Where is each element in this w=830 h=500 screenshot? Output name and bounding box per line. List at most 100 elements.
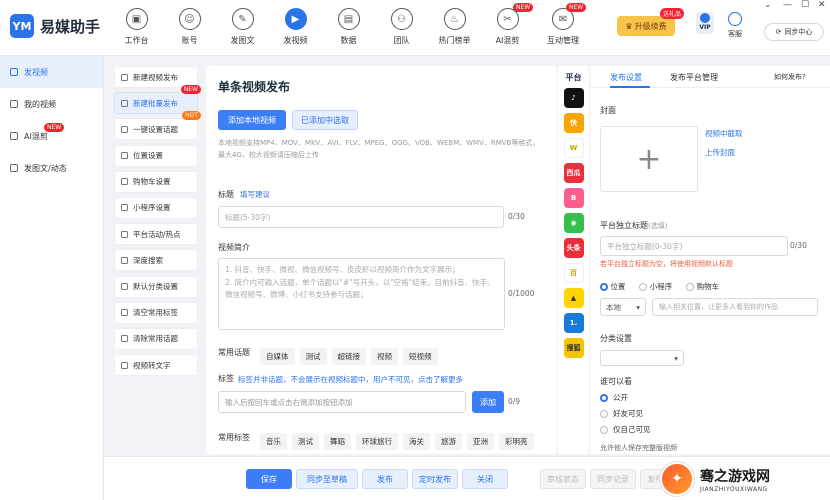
- format-hint: 本地视频支持MP4、MOV、MKV、AVI、FLV、MPEG、OGG、VOB、W…: [218, 139, 540, 159]
- close-window-button[interactable]: ✕: [818, 0, 826, 10]
- submenu-item-7[interactable]: 深度搜索: [114, 249, 198, 272]
- submenu-item-5[interactable]: 小程序设置: [114, 196, 198, 219]
- new-video-icon: [121, 73, 128, 81]
- review-status-button[interactable]: 审核状态: [540, 469, 586, 489]
- sync-records-button[interactable]: 同步记录: [590, 469, 636, 489]
- tags-note-link[interactable]: 标签并非话题，不会展示在视频标题中，用户不可见，点击了解更多: [238, 374, 463, 385]
- platform-bar: 平台 ♪ 快 W 西瓜 B ◉ 头条百 ▲ 1. 搜狐: [558, 66, 590, 454]
- submenu-item-3[interactable]: 位置设置: [114, 144, 198, 167]
- title-input[interactable]: 标题(5-30字): [218, 206, 504, 228]
- radio-cart[interactable]: 购物车: [686, 281, 719, 292]
- tag-chip[interactable]: 亚洲: [467, 433, 494, 450]
- select-added-video-button[interactable]: 已添加中选取: [292, 110, 358, 130]
- title-tips-link[interactable]: 填写建议: [240, 189, 270, 200]
- visibility-option-label: 公开: [613, 393, 628, 402]
- douyin-icon[interactable]: ♪: [563, 88, 584, 108]
- location-input[interactable]: 输入相关位置，让更多人看到你的作品: [652, 298, 818, 316]
- add-tag-button[interactable]: 添加: [472, 391, 504, 413]
- sidebar-item-3[interactable]: 发图文/动态: [0, 152, 103, 184]
- radio-mini-program[interactable]: 小程序: [639, 281, 672, 292]
- close-button[interactable]: 关闭: [462, 469, 508, 489]
- scheduled-publish-button[interactable]: 定时发布: [412, 469, 458, 489]
- post-video-icon: ▶: [284, 8, 307, 30]
- topic-chip[interactable]: 短视频: [403, 348, 438, 365]
- kuaishou-icon[interactable]: 快: [563, 113, 584, 133]
- minimize-button[interactable]: —: [783, 0, 792, 10]
- sync-center-button[interactable]: ⟳ 同步中心: [764, 23, 824, 41]
- avatar[interactable]: VIP: [696, 12, 714, 34]
- visibility-option-2[interactable]: 仅自己可见: [600, 424, 651, 435]
- data-icon: ▤: [337, 8, 360, 30]
- hashtag-icon: [121, 125, 128, 133]
- yidian-icon[interactable]: 1.: [563, 313, 584, 333]
- radio-selected-icon: [600, 394, 608, 402]
- submenu-item-10[interactable]: 清除常用话题: [114, 327, 198, 350]
- customer-service-button[interactable]: 客服: [728, 12, 742, 39]
- submenu-item-label: 新建批量发布: [133, 98, 178, 108]
- add-local-video-button[interactable]: 添加本地视频: [218, 110, 286, 130]
- tag-chip[interactable]: 海关: [403, 433, 430, 450]
- nav-item-4[interactable]: ▤ 数据: [322, 6, 375, 52]
- topic-chip[interactable]: 视频: [371, 348, 398, 365]
- tab-platform-manage[interactable]: 发布平台管理: [670, 72, 718, 83]
- upgrade-button[interactable]: ♛ 升级续费: [617, 16, 675, 36]
- tag-chip[interactable]: 舞蹈: [324, 433, 351, 450]
- radio-empty-icon: [639, 283, 648, 291]
- xigua-icon[interactable]: 西瓜: [563, 163, 584, 183]
- weishi-icon[interactable]: W: [563, 138, 584, 158]
- category-select[interactable]: ▾: [600, 350, 684, 366]
- cover-from-video-link[interactable]: 视频中截取: [705, 128, 743, 139]
- radio-location[interactable]: 位置: [600, 281, 625, 292]
- bilibili-icon[interactable]: B: [563, 188, 584, 208]
- how-to-publish-link[interactable]: 如何发布?: [774, 72, 806, 82]
- platform-title-warning: 若平台独立标题为空，将使用视频默认标题: [600, 260, 733, 268]
- kuaikan-icon[interactable]: ▲: [563, 288, 584, 308]
- wechat-channels-icon[interactable]: ◉: [563, 213, 584, 233]
- submenu-item-9[interactable]: 清空常用标签: [114, 301, 198, 324]
- window-menu-button[interactable]: ⌄: [764, 0, 772, 10]
- tag-chip[interactable]: 旅游: [435, 433, 462, 450]
- nav-item-0[interactable]: ▣ 工作台: [110, 6, 163, 52]
- nav-label: 账号: [181, 36, 198, 45]
- nav-item-5[interactable]: ⚇ 团队: [375, 6, 428, 52]
- maximize-button[interactable]: ☐: [801, 0, 809, 10]
- tags-input[interactable]: 输入后按回车或点击右侧添加按钮添加: [218, 391, 466, 413]
- sync-draft-button[interactable]: 同步至草稿: [296, 469, 358, 489]
- nav-item-2[interactable]: ✎ 发图文: [216, 6, 269, 52]
- tag-chip[interactable]: 彩明亮: [499, 433, 534, 450]
- topic-chip[interactable]: 自媒体: [260, 348, 295, 365]
- submenu-item-11[interactable]: 视频转文字: [114, 354, 198, 377]
- submenu-item-4[interactable]: 购物车设置: [114, 170, 198, 193]
- cover-upload-box[interactable]: +: [600, 126, 698, 192]
- nav-item-3[interactable]: ▶ 发视频: [269, 6, 322, 52]
- tab-publish-settings[interactable]: 发布设置: [610, 72, 642, 83]
- sohu-icon[interactable]: 搜狐: [563, 338, 584, 358]
- save-button[interactable]: 保存: [246, 469, 292, 489]
- visibility-option-1[interactable]: 好友可见: [600, 408, 651, 419]
- platform-title-counter: 0/30: [790, 241, 807, 250]
- nav-item-7[interactable]: ✂ AI混剪 NEW: [481, 3, 534, 52]
- baijiahao-icon[interactable]: 百: [563, 263, 584, 283]
- nav-item-6[interactable]: ♨ 热门榜单: [428, 6, 481, 52]
- sidebar-item-1[interactable]: 我的视频: [0, 88, 103, 120]
- tag-chip[interactable]: 环球旅行: [356, 433, 398, 450]
- publish-button[interactable]: 发布: [362, 469, 408, 489]
- tag-chip[interactable]: 测试: [292, 433, 319, 450]
- nav-item-1[interactable]: ☺ 账号: [163, 6, 216, 52]
- tag-chip[interactable]: 音乐: [260, 433, 287, 450]
- toutiao-icon[interactable]: 头条: [563, 238, 584, 258]
- upload-cover-link[interactable]: 上传封面: [705, 147, 735, 158]
- platform-title-input[interactable]: 平台独立标题(0-30字): [600, 236, 788, 256]
- topic-chip[interactable]: 测试: [299, 348, 327, 365]
- sidebar-item-2[interactable]: AI混剪 NEW: [0, 120, 103, 152]
- nav-label: 数据: [340, 36, 357, 45]
- visibility-option-0[interactable]: 公开: [600, 392, 651, 403]
- description-textarea[interactable]: 1. 抖音、快手、微视、微信视频号、皮皮虾以视频简介作为文字展示； 2. 简介内…: [218, 258, 505, 330]
- sidebar-item-0[interactable]: 发视频: [0, 56, 103, 88]
- submenu-item-2[interactable]: 一键设置话题 HOT: [114, 111, 201, 141]
- nav-item-8[interactable]: ✉ 互动管理 NEW: [534, 3, 592, 52]
- topic-chip[interactable]: 超链接: [331, 348, 366, 365]
- submenu-item-6[interactable]: 平台活动/热点: [114, 223, 198, 246]
- location-type-select[interactable]: 本地 ▾: [600, 298, 646, 316]
- submenu-item-8[interactable]: 默认分类设置: [114, 275, 198, 298]
